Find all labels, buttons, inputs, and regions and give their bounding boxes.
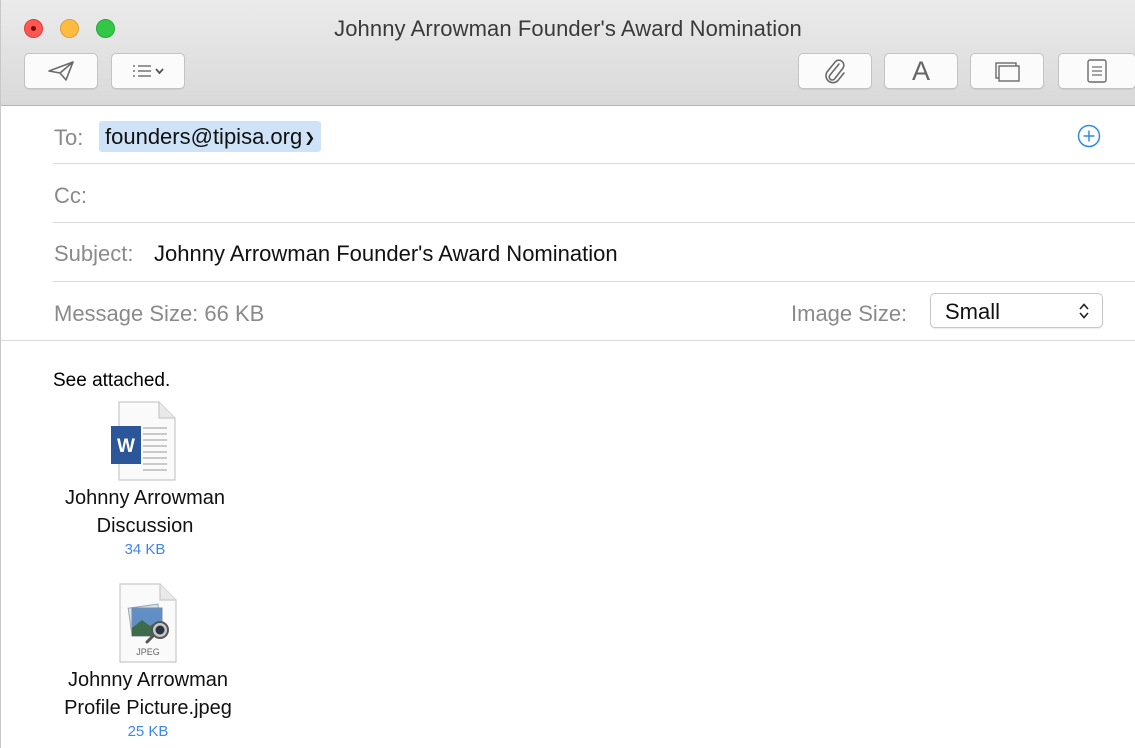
- photo-browser-icon: [995, 62, 1020, 82]
- up-down-arrows-icon: [1079, 303, 1089, 319]
- attachment-name-line1: Johnny Arrowman: [64, 487, 226, 509]
- attachment-size: 25 KB: [127, 723, 169, 740]
- subject-field-row[interactable]: Subject: Johnny Arrowman Founder's Award…: [1, 223, 1135, 282]
- to-recipient-token[interactable]: founders@tipisa.org ❯: [99, 121, 322, 152]
- attachment-word-document[interactable]: W Johnny Arrowman Discussion 34 KB: [45, 398, 245, 560]
- message-size-row: Message Size: 66 KB Image Size: Small: [1, 282, 1135, 341]
- divider: [1, 340, 1135, 341]
- attachment-name-line1: Johnny Arrowman: [67, 669, 229, 691]
- attachment-name-line2: Discussion: [96, 515, 194, 537]
- to-field-row: To: founders@tipisa.org ❯: [1, 107, 1135, 164]
- image-size-select[interactable]: Small: [930, 293, 1103, 328]
- photo-browser-button[interactable]: [970, 53, 1044, 89]
- format-label: A: [911, 55, 930, 86]
- word-document-icon: W: [111, 401, 176, 481]
- image-size-label: Image Size:: [791, 301, 908, 326]
- list-icon: [133, 65, 164, 77]
- cc-field-row[interactable]: Cc:: [1, 164, 1135, 223]
- subject-input[interactable]: Johnny Arrowman Founder's Award Nominati…: [154, 241, 618, 267]
- message-size-label: Message Size: 66 KB: [54, 301, 265, 326]
- window-title: Johnny Arrowman Founder's Award Nominati…: [334, 16, 802, 41]
- header-fields-button[interactable]: [111, 53, 185, 89]
- cc-label: Cc:: [54, 183, 87, 208]
- stationery-button[interactable]: [1058, 53, 1135, 89]
- to-label: To:: [54, 125, 84, 150]
- attachment-jpeg-image[interactable]: JPEG Johnny Arrowman Profile Picture.jpe…: [48, 580, 248, 742]
- attachment-name-line2: Profile Picture.jpeg: [64, 697, 232, 719]
- title-toolbar: Johnny Arrowman Founder's Award Nominati…: [1, 0, 1135, 106]
- paper-plane-icon: [48, 61, 74, 81]
- stationery-icon: [1087, 59, 1107, 83]
- to-recipient-address: founders@tipisa.org: [105, 124, 303, 149]
- jpeg-label: JPEG: [136, 647, 160, 657]
- format-button[interactable]: A: [884, 53, 958, 89]
- chevron-down-icon: [155, 68, 164, 75]
- message-body-text[interactable]: See attached.: [53, 370, 170, 392]
- subject-label: Subject:: [54, 241, 134, 266]
- attach-button[interactable]: [798, 53, 872, 89]
- word-letter: W: [117, 436, 135, 457]
- add-recipient-icon[interactable]: [1077, 124, 1101, 148]
- chevron-down-icon[interactable]: ❯: [304, 130, 315, 145]
- image-size-value: Small: [945, 299, 1001, 324]
- send-button[interactable]: [24, 53, 98, 89]
- paperclip-icon: [825, 59, 845, 84]
- jpeg-file-icon: JPEG: [119, 583, 177, 663]
- mail-compose-window: Johnny Arrowman Founder's Award Nominati…: [0, 0, 1135, 748]
- attachment-size: 34 KB: [124, 541, 166, 558]
